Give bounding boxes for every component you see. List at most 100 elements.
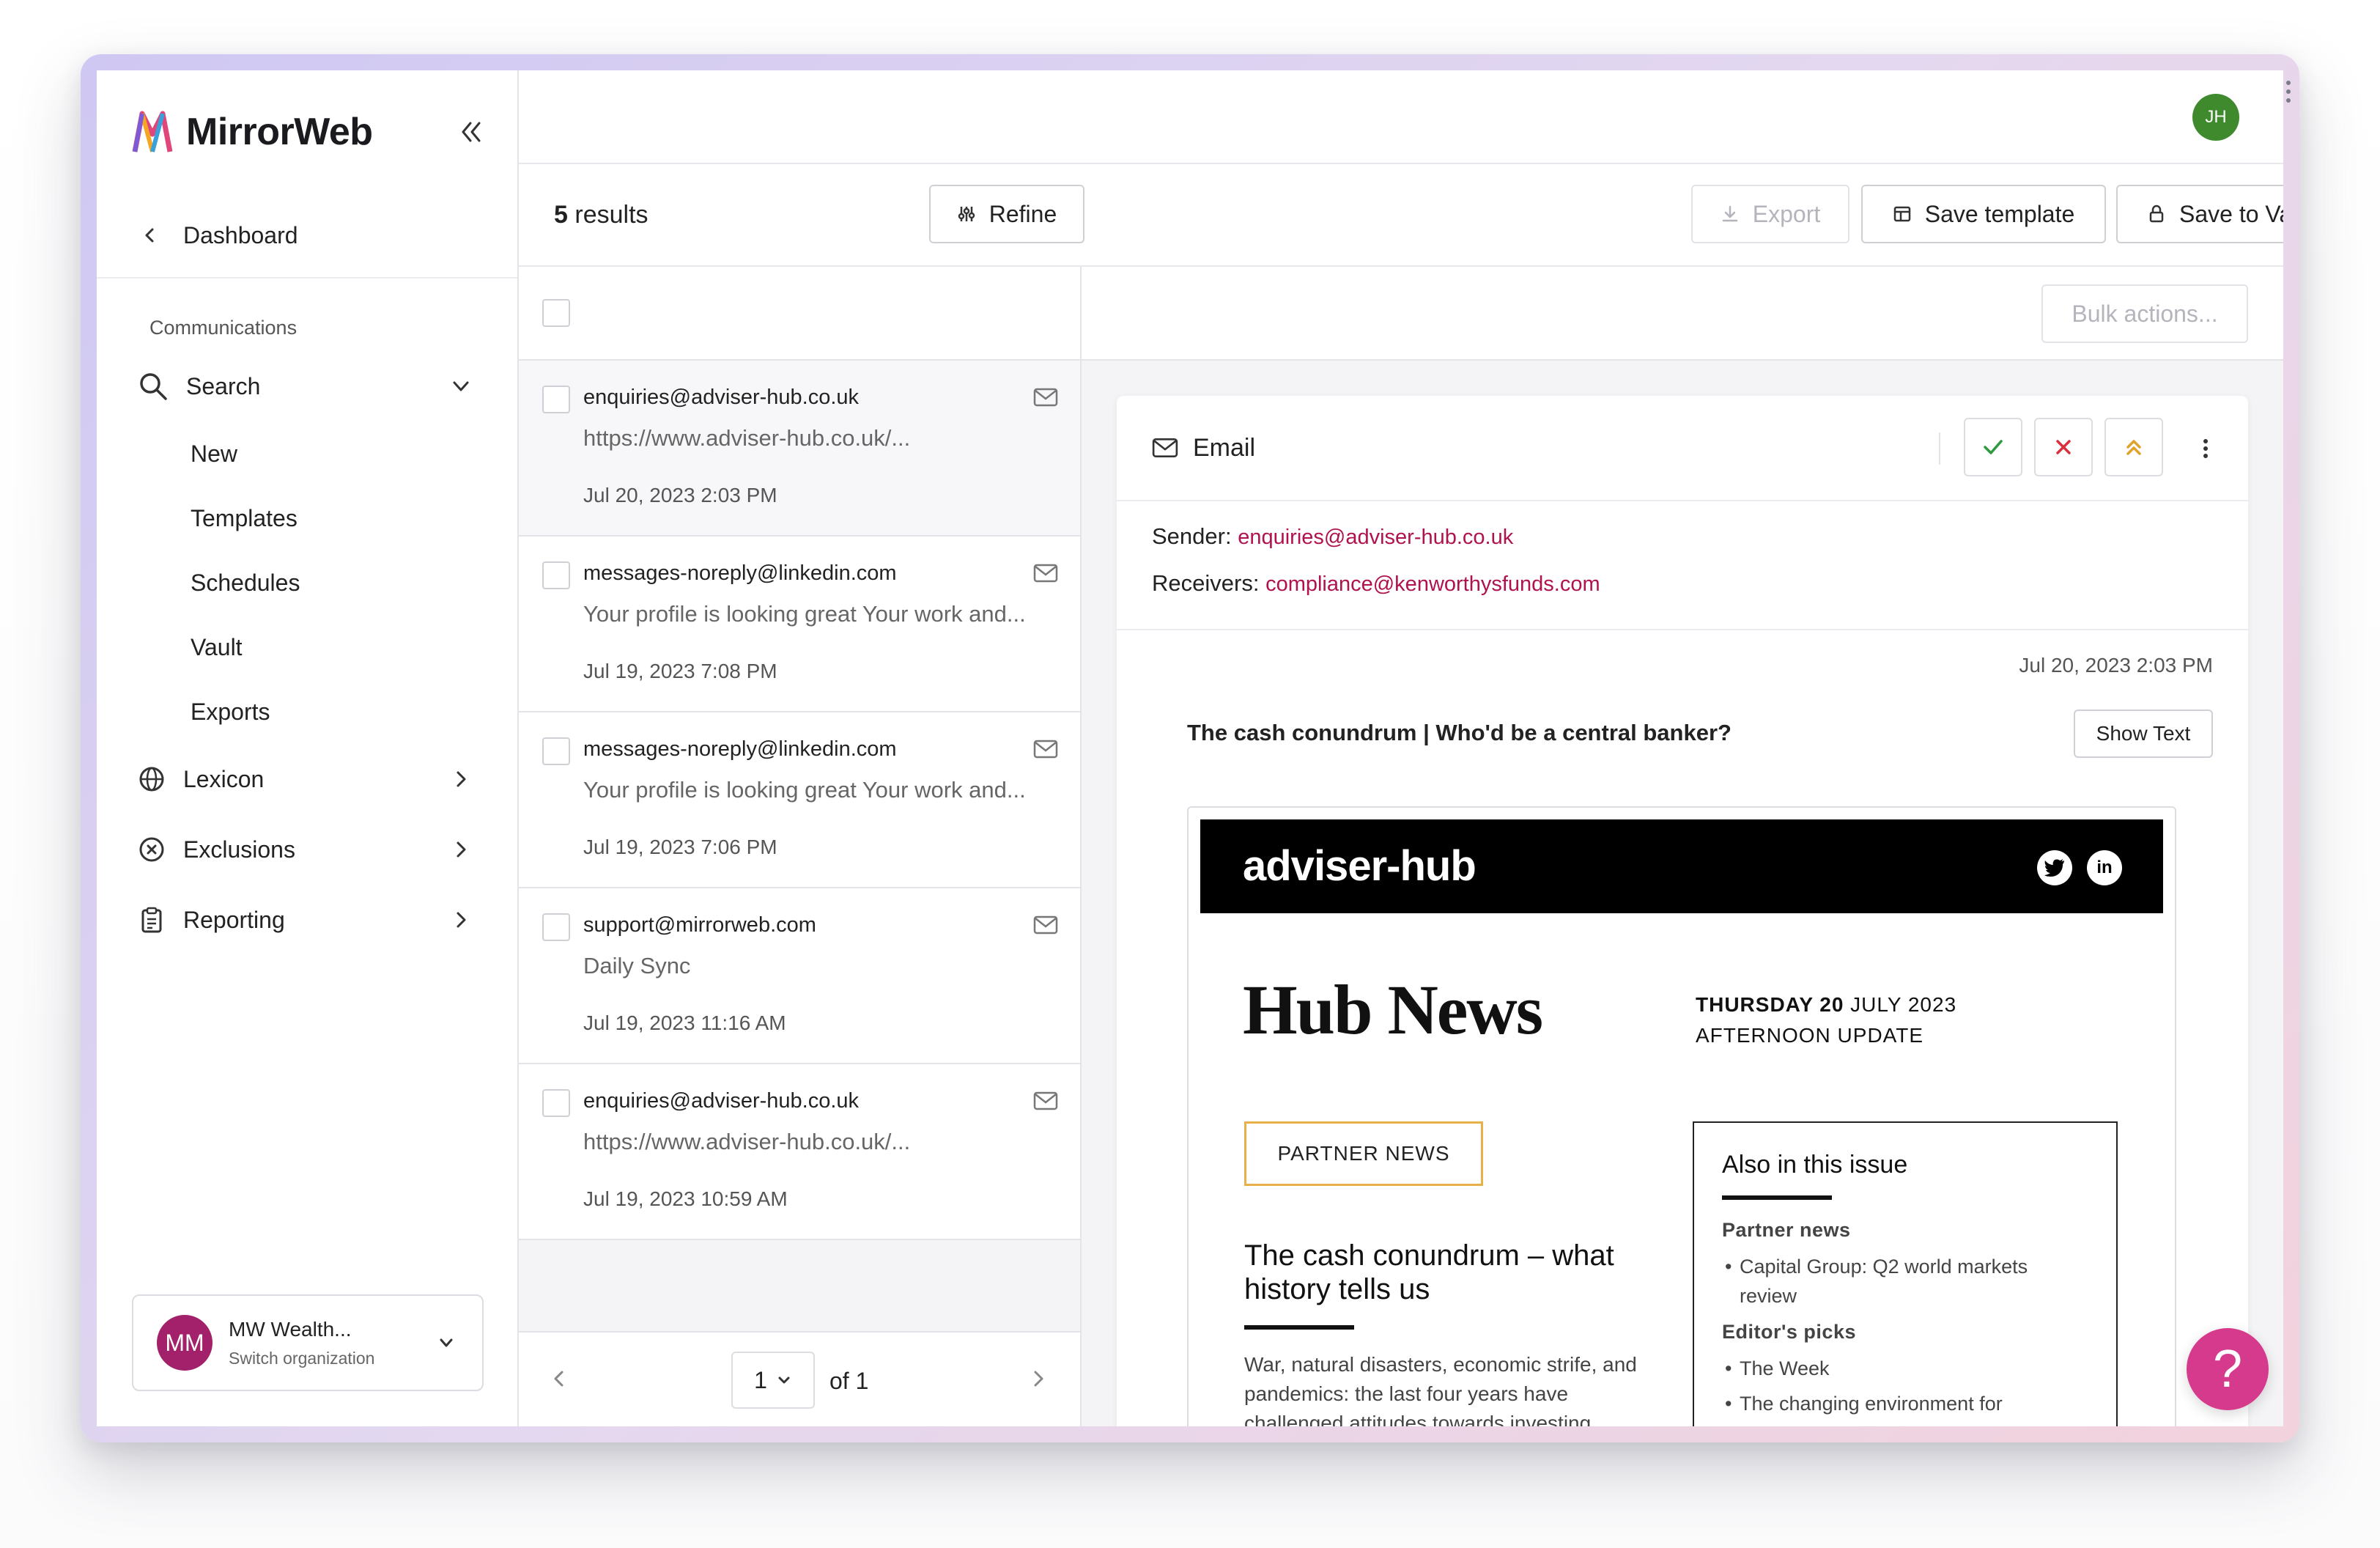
approve-button[interactable] [1964, 418, 2022, 476]
linkedin-icon[interactable]: in [2087, 850, 2122, 885]
also-in-issue-box: Also in this issue Partner news Capital … [1693, 1121, 2118, 1426]
item-date: Jul 19, 2023 11:16 AM [583, 1011, 786, 1034]
org-name: MW Wealth... [229, 1317, 352, 1341]
mail-icon [1033, 388, 1058, 407]
chevrons-up-icon [2126, 440, 2141, 455]
chevron-left-icon[interactable] [548, 1368, 570, 1390]
card-header: Email [1117, 396, 2248, 501]
detail-pane: Email Sender: enquiries@adviser-hub.co.u… [1082, 361, 2283, 1426]
newsletter-title: Hub News [1243, 970, 1543, 1049]
email-subject: The cash conundrum | Who'd be a central … [1187, 720, 1732, 745]
lock-icon [2149, 204, 2164, 223]
org-switcher[interactable]: MM MW Wealth... Switch organization [132, 1294, 484, 1391]
check-icon [1984, 440, 2003, 454]
sender-row: Sender: enquiries@adviser-hub.co.uk [1152, 523, 1514, 549]
sliders-icon [958, 207, 975, 221]
back-to-dashboard[interactable]: Dashboard [97, 194, 517, 279]
chevron-down-icon [778, 1376, 790, 1384]
item-date: Jul 19, 2023 7:08 PM [583, 660, 777, 682]
mail-icon [1033, 564, 1058, 583]
top-bar: JH [519, 70, 2283, 164]
sidebar-item-templates[interactable]: Templates [97, 486, 517, 550]
email-body-preview: adviser-hub in Hub News THURSDAY 20 JULY… [1187, 806, 2176, 1426]
mirrorweb-logo-icon [132, 111, 173, 152]
newsletter-date: THURSDAY 20 JULY 2023 AFTERNOON UPDATE [1696, 993, 1957, 1047]
newsletter-headline: The cash conundrum – what history tells … [1244, 1239, 1614, 1305]
item-sender: enquiries@adviser-hub.co.uk [583, 1089, 860, 1113]
item-checkbox[interactable] [542, 561, 570, 589]
refine-button[interactable]: Refine [929, 185, 1084, 243]
user-avatar[interactable]: JH [2192, 94, 2239, 141]
item-sender: messages-noreply@linkedin.com [583, 737, 897, 761]
box-link[interactable]: The changing environment for [1722, 1389, 2088, 1418]
show-text-button[interactable]: Show Text [2074, 710, 2213, 758]
sidebar-item-schedules[interactable]: Schedules [97, 550, 517, 615]
newsletter-body: War, natural disasters, economic strife,… [1244, 1353, 1637, 1426]
list-item[interactable]: support@mirrorweb.com Daily Sync Jul 19,… [519, 888, 1080, 1064]
receivers-row: Receivers: compliance@kenworthysfunds.co… [1152, 570, 1600, 596]
item-checkbox[interactable] [542, 913, 570, 941]
results-toolbar: 5 results Refine Export Save template Sa… [519, 164, 2283, 267]
item-sender: messages-noreply@linkedin.com [583, 561, 897, 585]
mail-icon [1152, 438, 1178, 457]
list-header [519, 267, 1080, 361]
org-avatar: MM [157, 1315, 212, 1371]
partner-news-tag: PARTNER NEWS [1244, 1121, 1483, 1186]
list-item[interactable]: enquiries@adviser-hub.co.uk https://www.… [519, 361, 1080, 537]
sender-link[interactable]: enquiries@adviser-hub.co.uk [1238, 526, 1513, 549]
sidebar-item-new[interactable]: New [97, 421, 517, 486]
list-item[interactable]: enquiries@adviser-hub.co.uk https://www.… [519, 1064, 1080, 1240]
box-heading: Editor's picks [1722, 1321, 1856, 1343]
page-select[interactable]: 1 [731, 1352, 815, 1409]
reject-button[interactable] [2034, 418, 2093, 476]
newsletter-brand: adviser-hub [1243, 842, 1477, 890]
window-handle[interactable] [2286, 81, 2292, 107]
list-item[interactable]: messages-noreply@linkedin.com Your profi… [519, 537, 1080, 712]
sidebar-item-vault[interactable]: Vault [97, 615, 517, 679]
sidebar-item-search[interactable]: Search [97, 351, 517, 421]
sidebar-item-reporting[interactable]: Reporting [97, 885, 517, 955]
item-checkbox[interactable] [542, 386, 570, 413]
twitter-icon[interactable] [2037, 850, 2072, 885]
card-type-label: Email [1193, 433, 1256, 462]
collapse-sidebar-icon[interactable] [454, 116, 487, 148]
page-total: of 1 [829, 1368, 869, 1394]
template-icon [1893, 206, 1910, 222]
dashboard-label: Dashboard [183, 221, 298, 248]
chevron-right-icon[interactable] [1027, 1368, 1049, 1390]
export-button[interactable]: Export [1691, 185, 1849, 243]
sidebar-item-exclusions[interactable]: Exclusions [97, 814, 517, 885]
exclusions-label: Exclusions [183, 836, 295, 863]
list-item[interactable]: messages-noreply@linkedin.com Your profi… [519, 712, 1080, 888]
chevron-right-icon [457, 771, 466, 787]
select-all-checkbox[interactable] [542, 299, 570, 327]
sidebar-item-exports[interactable]: Exports [97, 679, 517, 744]
divider [1244, 1325, 1354, 1330]
more-options-icon[interactable] [2201, 437, 2210, 460]
chevron-down-icon [453, 381, 469, 391]
box-title: Also in this issue [1722, 1151, 1908, 1179]
item-checkbox[interactable] [542, 737, 570, 765]
help-button[interactable]: ? [2187, 1328, 2269, 1410]
box-link[interactable]: The Week [1722, 1354, 2088, 1383]
divider [1722, 1195, 1832, 1200]
item-preview: Your profile is looking great Your work … [583, 601, 1026, 627]
email-meta: Sender: enquiries@adviser-hub.co.uk Rece… [1117, 501, 2248, 630]
mail-icon [1033, 740, 1058, 759]
item-checkbox[interactable] [542, 1089, 570, 1117]
receiver-link[interactable]: compliance@kenworthysfunds.com [1265, 572, 1600, 596]
sidebar-item-lexicon[interactable]: Lexicon [97, 744, 517, 814]
bulk-actions-button[interactable]: Bulk actions... [2041, 284, 2248, 343]
search-label: Search [186, 372, 261, 399]
save-template-button[interactable]: Save template [1861, 185, 2106, 243]
escalate-button[interactable] [2104, 418, 2163, 476]
save-to-vault-button[interactable]: Save to Vault [2116, 185, 2283, 243]
detail-bar: Bulk actions... [1082, 267, 2283, 361]
box-link[interactable]: Capital Group: Q2 world markets review [1722, 1252, 2088, 1311]
globe-icon [139, 767, 164, 792]
item-date: Jul 19, 2023 10:59 AM [583, 1187, 788, 1210]
item-preview: Daily Sync [583, 953, 691, 978]
sidebar: MirrorWeb Dashboard Communications Searc… [97, 70, 519, 1426]
chevron-right-icon [457, 841, 466, 858]
search-icon [140, 373, 167, 400]
